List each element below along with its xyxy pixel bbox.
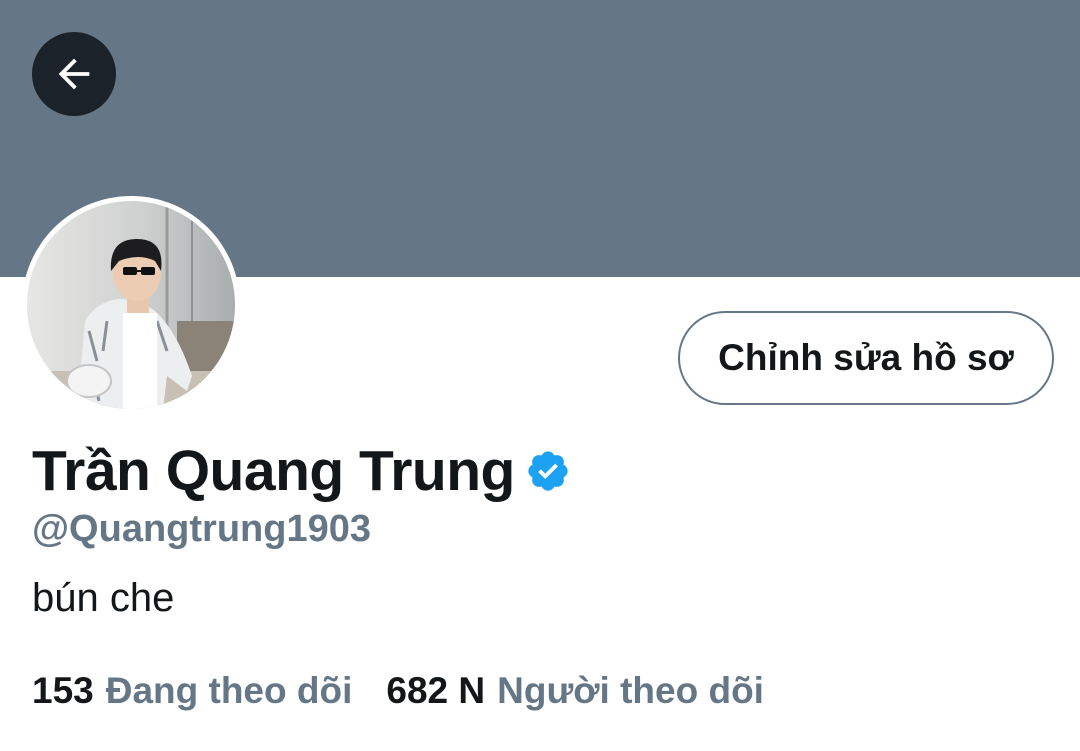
- arrow-left-icon: [58, 58, 90, 90]
- profile-handle: @Quangtrung1903: [32, 508, 371, 550]
- avatar[interactable]: [22, 196, 240, 414]
- profile-screen: Chỉnh sửa hồ sơ Trần Quang Trung @Quangt…: [0, 0, 1080, 751]
- following-count: 153: [32, 670, 94, 711]
- followers-label: Người theo dõi: [497, 670, 764, 711]
- avatar-photo: [27, 201, 235, 409]
- profile-name-row: Trần Quang Trung: [32, 436, 571, 506]
- profile-stats: 153 Đang theo dõi 682 N Người theo dõi: [32, 670, 764, 712]
- following-stat[interactable]: 153 Đang theo dõi: [32, 670, 352, 712]
- display-name: Trần Quang Trung: [32, 439, 515, 503]
- following-label: Đang theo dõi: [105, 670, 353, 711]
- followers-stat[interactable]: 682 N Người theo dõi: [386, 670, 764, 712]
- back-button[interactable]: [32, 32, 116, 116]
- followers-count: 682 N: [386, 670, 486, 711]
- profile-bio: bún che: [32, 576, 175, 620]
- verified-badge-icon: [528, 451, 568, 491]
- edit-profile-button[interactable]: Chỉnh sửa hồ sơ: [678, 311, 1054, 405]
